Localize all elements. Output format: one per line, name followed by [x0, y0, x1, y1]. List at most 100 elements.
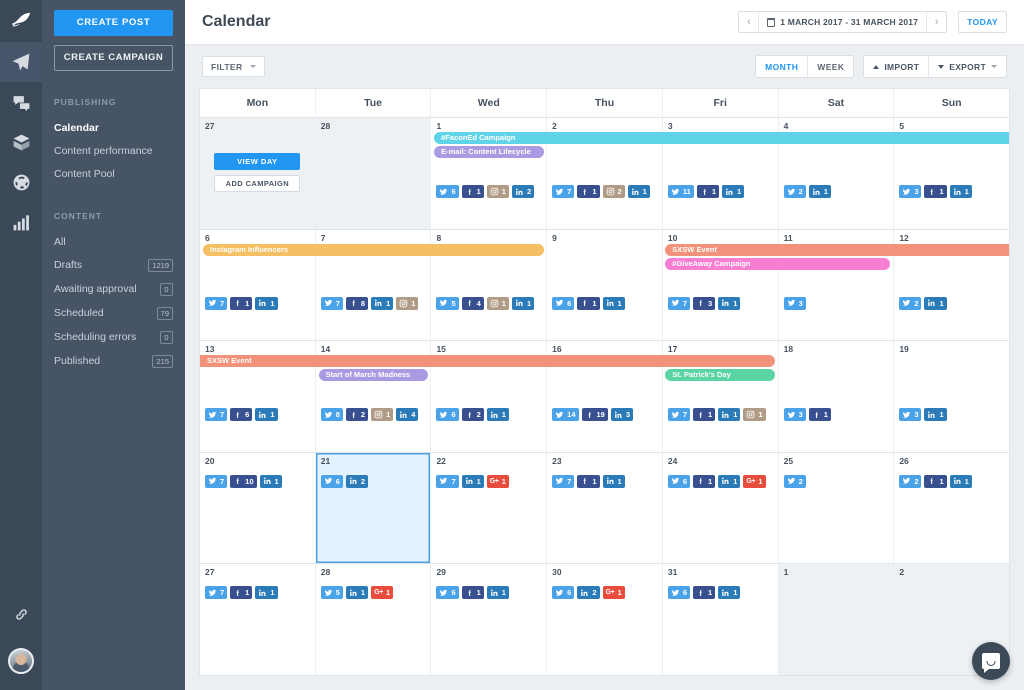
day-cell[interactable]: 27 VIEW DAY ADD CAMPAIGN — [200, 118, 315, 229]
badge-linkedin[interactable]: 1 — [259, 474, 282, 488]
campaign-pill[interactable]: SXSW Event — [200, 355, 775, 368]
badge-facebook[interactable]: 1 — [693, 408, 716, 422]
badge-linkedin[interactable]: 1 — [627, 185, 650, 198]
badge-linkedin[interactable]: 1 — [255, 586, 278, 600]
badge-twitter[interactable]: 7 — [205, 296, 228, 310]
rail-item-listen[interactable] — [0, 162, 42, 202]
create-post-button[interactable]: CREATE POST — [54, 10, 173, 36]
day-cell[interactable]: 26 2 1 1 — [893, 452, 1009, 564]
campaign-pill[interactable]: #FaconEd Campaign — [434, 132, 1009, 144]
import-button[interactable]: IMPORT — [864, 56, 929, 77]
badge-facebook[interactable]: 1 — [924, 185, 947, 198]
badge-facebook[interactable]: 1 — [696, 185, 719, 198]
badge-twitter[interactable]: 7 — [667, 296, 691, 310]
badge-googleplus[interactable]: G+ 1 — [486, 474, 509, 488]
badge-twitter[interactable]: 6 — [436, 586, 459, 600]
tab-week[interactable]: WEEK — [807, 56, 854, 77]
campaign-pill[interactable]: Start of March Madness — [318, 369, 429, 382]
badge-twitter[interactable]: 14 — [552, 408, 579, 422]
day-cell[interactable]: 22 7 1 G+ 1 — [430, 452, 546, 564]
badge-linkedin[interactable]: 1 — [461, 474, 484, 488]
rail-item-publish[interactable] — [0, 42, 42, 82]
badge-twitter[interactable]: 2 — [783, 185, 806, 198]
badge-twitter[interactable]: 2 — [899, 474, 922, 488]
badge-linkedin[interactable]: 1 — [924, 296, 947, 310]
sidebar-item-drafts[interactable]: Drafts 1219 — [54, 253, 173, 277]
date-range-picker[interactable]: 1 MARCH 2017 - 31 MARCH 2017 — [758, 12, 928, 32]
day-cell[interactable]: 25 2 — [777, 452, 894, 564]
badge-facebook[interactable]: 1 — [924, 474, 947, 488]
chat-launcher-icon[interactable] — [972, 642, 1010, 680]
badge-twitter[interactable]: 7 — [667, 408, 691, 422]
user-avatar[interactable] — [8, 648, 34, 674]
badge-facebook[interactable]: 1 — [577, 474, 600, 488]
badge-linkedin[interactable]: 1 — [602, 474, 625, 488]
tab-month[interactable]: MONTH — [756, 56, 808, 77]
badge-instagram[interactable]: 2 — [602, 185, 625, 198]
badge-facebook[interactable]: 19 — [581, 408, 608, 422]
badge-linkedin[interactable]: 1 — [345, 586, 369, 600]
badge-twitter[interactable]: 11 — [667, 185, 694, 198]
badge-linkedin[interactable]: 1 — [721, 185, 745, 198]
badge-googleplus[interactable]: G+ 1 — [371, 586, 394, 600]
badge-facebook[interactable]: 1 — [230, 296, 253, 310]
sidebar-item-scheduled[interactable]: Scheduled 79 — [54, 301, 173, 325]
day-cell[interactable]: 9 6 1 1 — [546, 229, 662, 341]
sidebar-item-awaiting-approval[interactable]: Awaiting approval 0 — [54, 277, 173, 301]
badge-googleplus[interactable]: G+ 1 — [743, 474, 766, 488]
badge-instagram[interactable]: 1 — [486, 185, 509, 198]
badge-linkedin[interactable]: 1 — [371, 296, 394, 310]
day-cell[interactable]: 19 3 1 — [893, 341, 1009, 452]
badge-twitter[interactable]: 3 — [899, 408, 922, 422]
badge-linkedin[interactable]: 1 — [255, 408, 278, 422]
add-campaign-button[interactable]: ADD CAMPAIGN — [214, 175, 301, 192]
day-cell[interactable]: 31 6 1 1 — [661, 564, 778, 675]
view-day-button[interactable]: VIEW DAY — [214, 153, 301, 170]
rail-item-engage[interactable] — [0, 82, 42, 122]
rail-item-assets[interactable] — [0, 122, 42, 162]
badge-facebook[interactable]: 1 — [577, 185, 600, 198]
sidebar-item-content-performance[interactable]: Content performance — [54, 139, 173, 162]
badge-twitter[interactable]: 7 — [552, 185, 575, 198]
day-cell[interactable]: 27 7 1 1 — [200, 564, 315, 675]
export-button[interactable]: EXPORT — [928, 56, 1006, 77]
badge-linkedin[interactable]: 1 — [949, 474, 972, 488]
badge-linkedin[interactable]: 3 — [610, 408, 634, 422]
badge-twitter[interactable]: 2 — [899, 296, 922, 310]
badge-twitter[interactable]: 2 — [783, 474, 806, 488]
badge-linkedin[interactable]: 2 — [511, 185, 535, 198]
badge-linkedin[interactable]: 1 — [924, 408, 947, 422]
badge-facebook[interactable]: 1 — [230, 586, 253, 600]
sidebar-item-published[interactable]: Published 215 — [54, 349, 173, 373]
campaign-pill[interactable]: Instagram Influencers — [203, 243, 544, 256]
badge-linkedin[interactable]: 1 — [486, 408, 509, 422]
badge-twitter[interactable]: 6 — [667, 586, 691, 600]
badge-linkedin[interactable]: 1 — [602, 296, 625, 310]
badge-linkedin[interactable]: 1 — [255, 296, 278, 310]
badge-facebook[interactable]: 1 — [808, 408, 831, 422]
badge-facebook[interactable]: 1 — [577, 296, 600, 310]
day-cell[interactable]: 18 3 1 — [777, 341, 894, 452]
prev-period-button[interactable]: ‹ — [739, 12, 758, 32]
badge-twitter[interactable]: 6 — [552, 586, 575, 600]
badge-twitter[interactable]: 6 — [320, 474, 343, 488]
create-campaign-button[interactable]: CREATE CAMPAIGN — [54, 45, 173, 71]
badge-twitter[interactable]: 7 — [436, 474, 459, 488]
badge-twitter[interactable]: 3 — [899, 185, 922, 198]
next-period-button[interactable]: › — [927, 12, 946, 32]
badge-instagram[interactable]: 1 — [396, 296, 419, 310]
day-cell[interactable]: 28 5 1 G+ 1 — [314, 564, 431, 675]
badge-linkedin[interactable]: 1 — [718, 586, 741, 600]
badge-googleplus[interactable]: G+ 1 — [602, 586, 625, 600]
day-cell[interactable]: 23 7 1 1 — [546, 452, 662, 564]
badge-linkedin[interactable]: 1 — [511, 296, 535, 310]
sidebar-item-content-pool[interactable]: Content Pool — [54, 162, 173, 185]
badge-instagram[interactable]: 1 — [371, 408, 394, 422]
day-cell-today[interactable]: 21 6 2 — [314, 452, 431, 564]
day-cell[interactable]: 1 — [777, 564, 894, 675]
sidebar-item-all[interactable]: All — [54, 230, 173, 253]
badge-linkedin[interactable]: 1 — [718, 296, 741, 310]
badge-twitter[interactable]: 7 — [320, 296, 343, 310]
badge-linkedin[interactable]: 1 — [718, 474, 741, 488]
badge-linkedin[interactable]: 1 — [808, 185, 831, 198]
